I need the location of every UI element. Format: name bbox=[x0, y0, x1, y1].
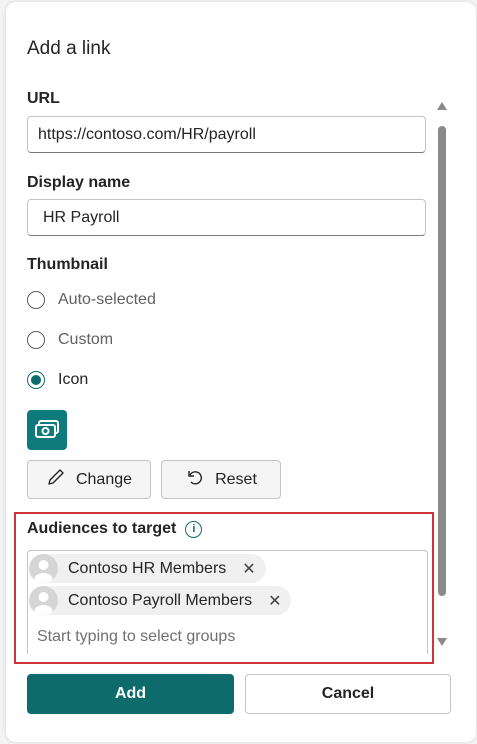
audiences-label-text: Audiences to target bbox=[27, 520, 177, 537]
radio-label: Auto-selected bbox=[58, 291, 156, 308]
radio-circle-checked[interactable] bbox=[27, 371, 45, 389]
add-link-panel: Add a link URL https://contoso.com/HR/pa… bbox=[6, 2, 476, 742]
change-button[interactable]: Change bbox=[27, 460, 151, 499]
url-value: https://contoso.com/HR/payroll bbox=[38, 125, 256, 143]
avatar bbox=[29, 586, 58, 615]
display-name-input[interactable]: HR Payroll bbox=[27, 199, 426, 236]
radio-circle[interactable] bbox=[27, 291, 45, 309]
scrollbar-thumb[interactable] bbox=[438, 126, 446, 596]
chip-label: Contoso HR Members bbox=[68, 559, 227, 577]
audience-chip: Contoso Payroll Members ✕ bbox=[29, 586, 292, 615]
radio-circle[interactable] bbox=[27, 331, 45, 349]
radio-icon[interactable]: Icon bbox=[27, 371, 88, 389]
audiences-label: Audiences to target i bbox=[27, 520, 203, 538]
avatar bbox=[29, 554, 58, 583]
radio-custom[interactable]: Custom bbox=[27, 331, 113, 349]
add-button[interactable]: Add bbox=[27, 674, 234, 714]
chip-label: Contoso Payroll Members bbox=[68, 591, 253, 609]
scroll-down-arrow-icon[interactable] bbox=[437, 638, 447, 646]
radio-label: Custom bbox=[58, 331, 114, 348]
display-name-value: HR Payroll bbox=[43, 208, 120, 226]
scroll-up-arrow-icon[interactable] bbox=[437, 102, 447, 110]
radio-label: Icon bbox=[58, 371, 89, 388]
audience-chip: Contoso HR Members ✕ bbox=[29, 554, 266, 583]
reset-button[interactable]: Reset bbox=[161, 460, 281, 499]
thumbnail-label: Thumbnail bbox=[27, 256, 108, 273]
scrollbar[interactable] bbox=[435, 94, 449, 656]
change-label: Change bbox=[75, 470, 133, 488]
undo-icon bbox=[185, 467, 205, 492]
pencil-icon bbox=[46, 467, 66, 492]
display-name-label: Display name bbox=[27, 174, 131, 191]
dialog-title: Add a link bbox=[27, 38, 111, 59]
cancel-button[interactable]: Cancel bbox=[245, 674, 451, 714]
audience-search-placeholder[interactable]: Start typing to select groups bbox=[37, 628, 235, 646]
radio-auto-selected[interactable]: Auto-selected bbox=[27, 291, 156, 309]
reset-label: Reset bbox=[215, 470, 257, 488]
remove-chip-icon[interactable]: ✕ bbox=[268, 591, 281, 611]
money-icon bbox=[27, 410, 67, 450]
info-icon[interactable]: i bbox=[185, 520, 203, 538]
url-label: URL bbox=[27, 90, 60, 107]
url-input[interactable]: https://contoso.com/HR/payroll bbox=[27, 116, 426, 153]
remove-chip-icon[interactable]: ✕ bbox=[242, 559, 255, 579]
